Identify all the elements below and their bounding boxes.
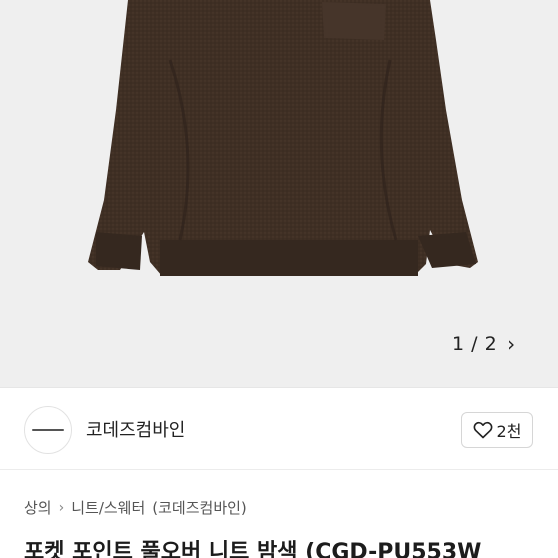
breadcrumb: 상의 › 니트/스웨터 (코데즈컴바인) (24, 497, 247, 518)
like-button[interactable]: 2천 (461, 412, 533, 448)
seller-avatar[interactable] (24, 406, 72, 454)
breadcrumb-item-category[interactable]: 니트/스웨터 (71, 497, 145, 518)
heart-icon (473, 421, 492, 439)
product-title: 포켓 포인트 풀오버 니트 밤색 (CGD-PU553W (24, 540, 482, 558)
seller-logo-mark (32, 429, 64, 431)
product-image-gallery[interactable]: 1 / 2 › (0, 0, 558, 387)
like-count: 2천 (496, 422, 522, 441)
gallery-pager[interactable]: 1 / 2 › (452, 326, 532, 362)
seller-bar: 코데즈컴바인 2천 (0, 387, 558, 470)
breadcrumb-item-top[interactable]: 상의 (24, 497, 52, 518)
chevron-right-icon: › (58, 499, 65, 516)
seller-name[interactable]: 코데즈컴바인 (86, 416, 185, 442)
chevron-right-icon[interactable]: › (507, 332, 516, 356)
pager-count: 1 / 2 (452, 333, 498, 355)
breadcrumb-item-brand[interactable]: (코데즈컴바인) (152, 497, 247, 518)
